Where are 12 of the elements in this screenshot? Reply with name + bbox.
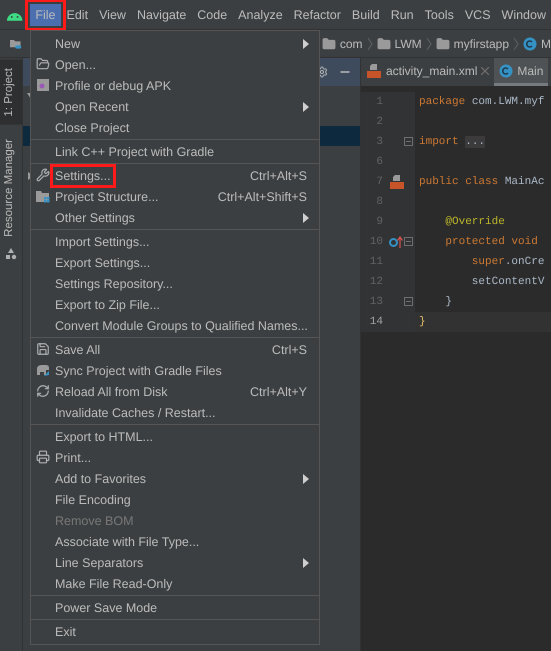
code-line: protected void xyxy=(444,236,538,248)
code-line: import ... xyxy=(419,136,486,148)
tab-label: activity_main.xml xyxy=(386,64,478,78)
code-line: setContentV xyxy=(470,276,544,288)
code-line: } xyxy=(444,296,452,308)
line-number: 14 xyxy=(368,316,383,328)
code-line: super.onCre xyxy=(470,256,544,268)
code-line: @Override xyxy=(444,216,505,228)
code-line: package com.LWM.myf xyxy=(419,96,544,108)
code-line: } xyxy=(419,316,426,328)
code-line: public class MainAc xyxy=(419,176,544,188)
tab-label: Main xyxy=(517,64,544,78)
